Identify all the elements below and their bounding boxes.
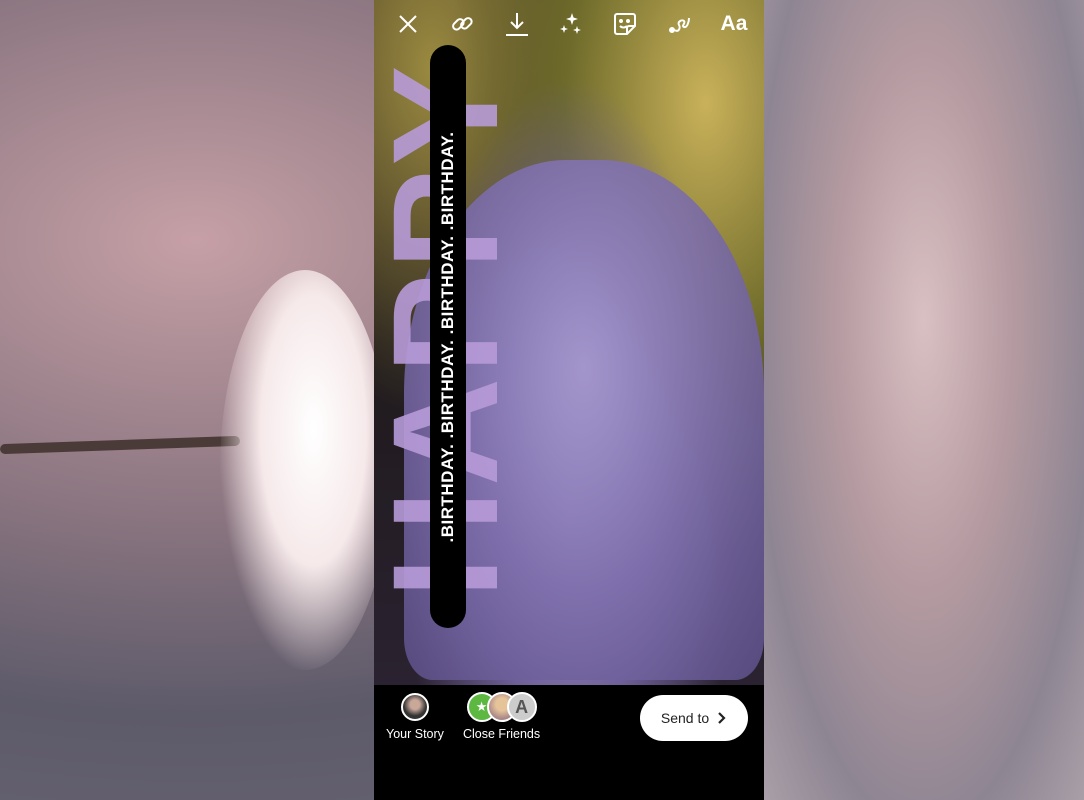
close-friends-button[interactable]: ★ A Close Friends — [463, 691, 540, 741]
birthday-banner-sticker[interactable]: .BIRTHDAY. .BIRTHDAY. .BIRTHDAY. .BIRTHD… — [430, 45, 466, 628]
your-story-button[interactable]: Your Story — [386, 693, 444, 741]
friend-avatar: A — [506, 692, 537, 722]
share-bar-wrap: Your Story ★ A Close Friends Send to — [374, 685, 764, 800]
editor-toolbar: Aa — [374, 8, 764, 40]
sticker-icon[interactable] — [609, 8, 641, 40]
close-friends-label: Close Friends — [463, 727, 541, 741]
link-icon[interactable] — [446, 8, 478, 40]
draw-icon[interactable] — [664, 8, 696, 40]
text-tool-button[interactable]: Aa — [718, 8, 750, 40]
chevron-right-icon — [718, 712, 726, 724]
blurred-branch — [0, 435, 241, 455]
your-story-label: Your Story — [386, 727, 444, 741]
blurred-background-right — [764, 0, 1084, 800]
birthday-banner-text: .BIRTHDAY. .BIRTHDAY. .BIRTHDAY. .BIRTHD… — [438, 131, 457, 542]
send-to-label: Send to — [660, 710, 710, 726]
send-to-button[interactable]: Send to — [640, 695, 748, 741]
close-icon[interactable] — [392, 8, 424, 40]
download-icon[interactable] — [501, 8, 533, 40]
share-bar: Your Story ★ A Close Friends Send to — [374, 685, 764, 800]
effects-sparkle-icon[interactable] — [555, 8, 587, 40]
avatar — [400, 693, 429, 721]
